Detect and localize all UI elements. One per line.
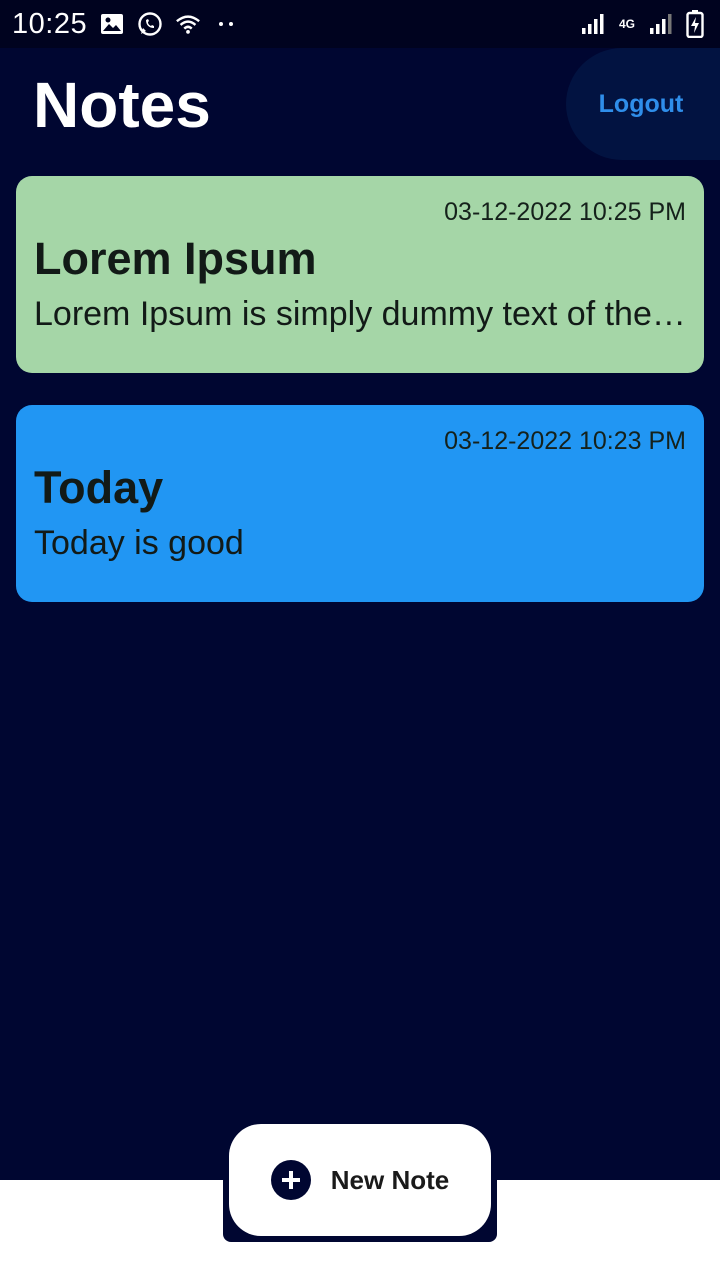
status-bar: 10:25 4G: [0, 0, 720, 48]
status-right: 4G: [580, 10, 708, 38]
status-time: 10:25: [12, 7, 88, 40]
network-label: 4G: [618, 16, 635, 31]
status-left: 10:25: [12, 8, 239, 41]
note-card[interactable]: 03-12-2022 10:25 PM Lorem Ipsum Lorem Ip…: [16, 176, 704, 373]
logout-button[interactable]: Logout: [566, 48, 720, 160]
note-card[interactable]: 03-12-2022 10:23 PM Today Today is good: [16, 405, 704, 602]
new-note-label: New Note: [330, 1164, 450, 1195]
signal-icon: [648, 11, 674, 37]
note-title: Today: [34, 462, 164, 513]
battery-charging-icon: [682, 10, 708, 38]
more-dots-icon: [213, 11, 239, 37]
page-title: Notes: [33, 69, 211, 141]
signal-icon: [580, 11, 606, 37]
whatsapp-icon: [137, 11, 163, 37]
network-4g-icon: 4G: [614, 11, 640, 37]
plus-circle-icon: [270, 1160, 311, 1200]
notes-screen: 10:25 4G Notes Logout 03-12-2022 10:25 P…: [0, 0, 720, 1280]
note-title: Lorem Ipsum: [34, 233, 317, 284]
wifi-icon: [175, 11, 201, 37]
note-body: Today is good: [34, 524, 244, 562]
note-date: 03-12-2022 10:25 PM: [444, 198, 686, 226]
note-date: 03-12-2022 10:23 PM: [444, 427, 686, 455]
app-header: Notes Logout: [0, 48, 720, 160]
note-body: Lorem Ipsum is simply dummy text of the …: [34, 295, 686, 333]
new-note-button[interactable]: New Note: [229, 1124, 491, 1236]
logout-label: Logout: [598, 89, 684, 118]
image-icon: [99, 11, 125, 37]
